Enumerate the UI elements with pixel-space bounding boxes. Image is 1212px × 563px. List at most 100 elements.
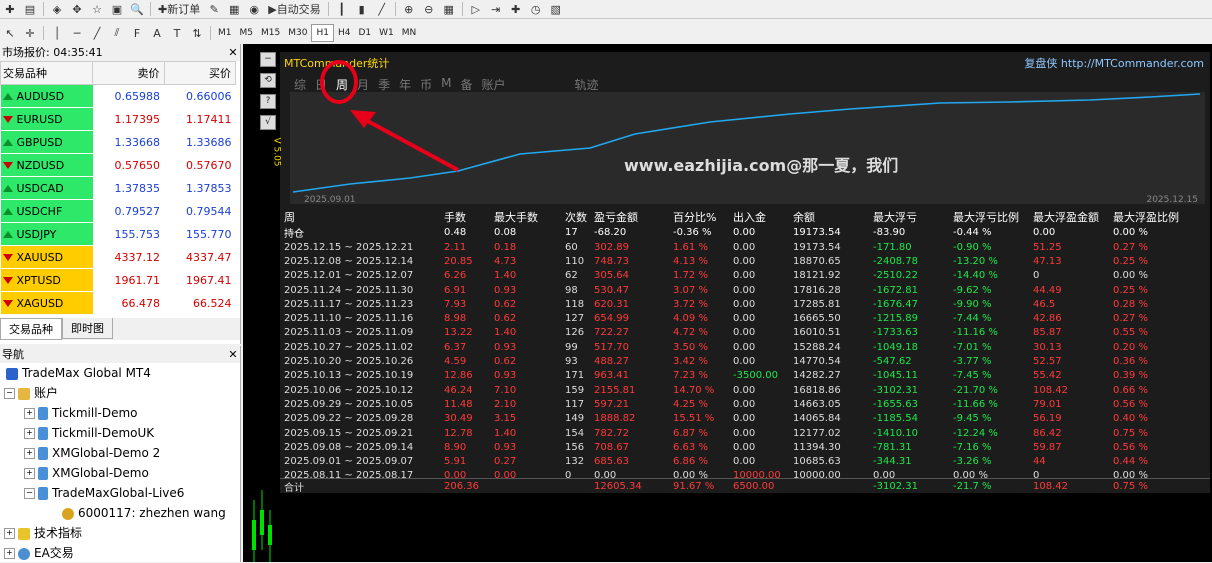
collapse-icon[interactable]: − [24,488,35,499]
auto-scroll-icon[interactable]: ▷ [467,1,485,17]
col-bid[interactable]: 卖价 [92,61,165,85]
terminal-icon[interactable]: ▣ [108,1,126,17]
quote-row[interactable]: USDJPY 155.753 155.770 [0,222,236,246]
bar-chart-icon[interactable]: ┃ [333,1,351,17]
replay-icon[interactable]: ⟲ [260,73,276,88]
quote-row[interactable]: AUDUSD 0.65988 0.66006 [0,84,236,108]
navigator-icon[interactable]: ☆ [88,1,106,17]
timeframe-h1[interactable]: H1 [311,24,334,42]
expand-icon[interactable]: + [24,468,35,479]
tab-notes[interactable]: 备 [460,76,472,93]
tab-week[interactable]: 周 [336,76,348,93]
fibonacci-icon[interactable]: F [128,25,146,41]
quote-row[interactable]: USDCAD 1.37835 1.37853 [0,176,236,200]
timeframe-m30[interactable]: M30 [284,25,311,41]
collapse-icon[interactable]: − [4,388,15,399]
nav-accounts[interactable]: − 账户 [0,383,240,403]
channel-icon[interactable]: ⫽ [108,25,126,41]
quote-row[interactable]: NZDUSD 0.57650 0.57670 [0,153,236,177]
expand-icon[interactable]: + [4,528,15,539]
new-chart-icon[interactable]: ✚ [1,1,19,17]
tab-tick-chart[interactable]: 即时图 [62,318,113,339]
strategy-tester-icon[interactable]: 🔍 [128,1,146,17]
expand-icon[interactable]: + [24,408,35,419]
tab-account[interactable]: 账户 [481,76,505,93]
profiles-icon[interactable]: ▤ [21,1,39,17]
arrows-icon[interactable]: ⇅ [188,25,206,41]
tab-magic[interactable]: M [441,76,451,93]
line-chart-icon[interactable]: ╱ [373,1,391,17]
nav-account-item[interactable]: + Tickmill-Demo [0,403,240,423]
stats-cell: 17 [565,227,578,238]
auto-trading-button[interactable]: ▶ 自动交易 [265,1,323,17]
timeframe-mn[interactable]: MN [398,25,421,41]
timeframe-d1[interactable]: D1 [354,25,375,41]
tab-month[interactable]: 月 [357,76,369,93]
horizontal-line-icon[interactable]: ─ [68,25,86,41]
data-window-icon[interactable]: ✥ [68,1,86,17]
panel-brand-link[interactable]: 复盘侠 http://MTCommander.com [1024,55,1204,71]
text-icon[interactable]: A [148,25,166,41]
quote-row[interactable]: XAUUSD 4337.12 4337.47 [0,245,236,269]
stats-cell: 2025.09.08 ~ 2025.09.14 [284,441,414,453]
tile-windows-icon[interactable]: ▦ [440,1,458,17]
col-symbol[interactable]: 交易品种 [0,61,94,85]
quote-row[interactable]: GBPUSD 1.33668 1.33686 [0,130,236,154]
timeframe-h4[interactable]: H4 [334,25,355,41]
timeframe-w1[interactable]: W1 [375,25,398,41]
expand-icon[interactable]: + [24,428,35,439]
crosshair-icon[interactable]: ✛ [21,25,39,41]
timeframe-m15[interactable]: M15 [257,25,284,41]
nav-account-item[interactable]: + Tickmill-DemoUK [0,423,240,443]
stats-cell: 2025.11.10 ~ 2025.11.16 [284,313,414,325]
nav-account-item[interactable]: + XMGlobal-Demo 2 [0,443,240,463]
vertical-line-icon[interactable]: │ [48,25,66,41]
expand-icon[interactable]: + [24,448,35,459]
close-icon[interactable]: ✕ [226,346,240,363]
tab-track[interactable]: 轨迹 [575,76,599,93]
nav-root[interactable]: TradeMax Global MT4 [0,363,240,383]
close-icon[interactable]: ✕ [226,44,240,61]
help-icon[interactable]: ? [260,94,276,109]
expand-icon[interactable]: + [4,548,15,559]
timeframe-m5[interactable]: M5 [236,25,258,41]
new-order-button[interactable]: ✚ 新订单 [155,1,203,17]
quote-row[interactable]: XAGUSD 66.478 66.524 [0,291,236,315]
periods-icon[interactable]: ◷ [527,1,545,17]
metaeditor-icon[interactable]: ✎ [205,1,223,17]
tab-quarter[interactable]: 季 [378,76,390,93]
quote-row[interactable]: XPTUSD 1961.71 1967.41 [0,268,236,292]
cursor-icon[interactable]: ↖ [1,25,19,41]
nav-account-item[interactable]: − TradeMaxGlobal-Live6 [0,483,240,503]
nav-ea[interactable]: + EA交易 [0,543,240,563]
trendline-icon[interactable]: ╱ [88,25,106,41]
nav-user[interactable]: 6000117: zhezhen wang [0,503,240,523]
tab-overview[interactable]: 综 [294,76,306,93]
nav-indicators[interactable]: + 技术指标 [0,523,240,543]
account-server-icon [38,427,48,440]
zoom-in-icon[interactable]: ⊕ [400,1,418,17]
quote-row[interactable]: EURUSD 1.17395 1.17411 [0,107,236,131]
candlestick-icon[interactable]: ▮ [353,1,371,17]
quote-row[interactable]: USDCHF 0.79527 0.79544 [0,199,236,223]
tab-currency[interactable]: 币 [420,76,432,93]
market-watch-icon[interactable]: ◈ [48,1,66,17]
stats-cell: 手数 [444,211,466,224]
tab-year[interactable]: 年 [399,76,411,93]
nav-account-item[interactable]: + XMGlobal-Demo [0,463,240,483]
stats-cell: 99 [565,341,578,353]
market-icon[interactable]: ◉ [245,1,263,17]
chart-shift-icon[interactable]: ⇥ [487,1,505,17]
minimize-icon[interactable]: − [260,52,276,67]
zoom-out-icon[interactable]: ⊖ [420,1,438,17]
col-ask[interactable]: 买价 [163,61,236,85]
tab-day[interactable]: 日 [315,76,327,93]
label-icon[interactable]: T [168,25,186,41]
tab-symbols[interactable]: 交易品种 [0,318,62,340]
stats-cell: -1655.63 [873,398,918,410]
check-icon[interactable]: √ [260,115,276,130]
signals-icon[interactable]: ▦ [225,1,243,17]
indicators-icon[interactable]: ✚ [507,1,525,17]
timeframe-m1[interactable]: M1 [214,25,236,41]
templates-icon[interactable]: ▧ [547,1,565,17]
